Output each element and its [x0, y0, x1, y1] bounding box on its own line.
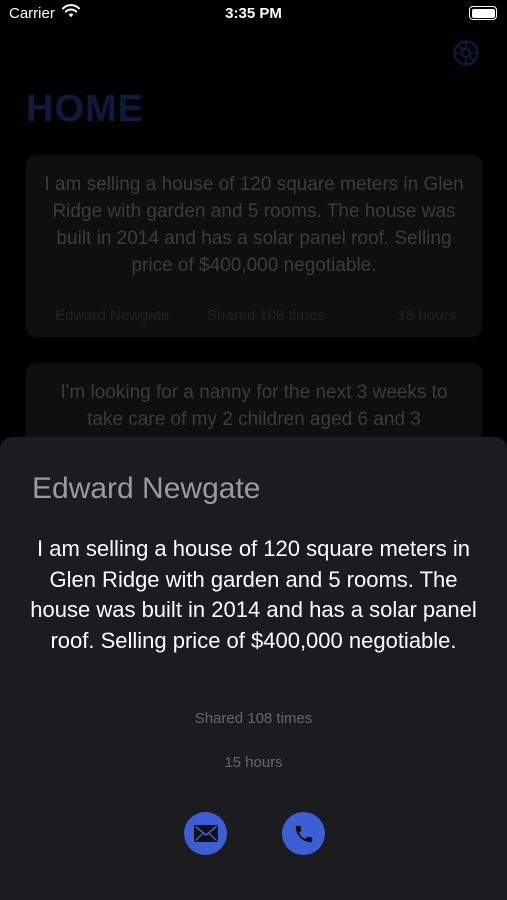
status-bar: Carrier 3:35 PM [0, 0, 507, 28]
phone-icon [295, 825, 312, 842]
page-title: HOME [26, 88, 144, 130]
post-time: 15 hours [397, 307, 456, 324]
clock: 3:35 PM [225, 5, 282, 22]
post-card[interactable]: I am selling a house of 120 square meter… [26, 155, 482, 337]
post-author: Edward Newgate [55, 307, 170, 324]
post-text: I'm looking for a nanny for the next 3 w… [60, 382, 448, 430]
sheet-body: I am selling a house of 120 square meter… [30, 536, 477, 653]
email-button[interactable] [184, 812, 227, 855]
post-detail-sheet: Edward Newgate I am selling a house of 1… [0, 437, 507, 900]
sheet-shares: Shared 108 times [194, 710, 313, 727]
envelope-icon [193, 825, 218, 842]
call-button[interactable] [282, 812, 325, 855]
post-shares: Shared 108 times [207, 307, 325, 324]
post-text: I am selling a house of 120 square meter… [44, 174, 464, 276]
settings-icon[interactable] [452, 39, 480, 67]
battery-icon [469, 6, 497, 20]
post-meta: Edward Newgate Shared 108 times 15 hours [26, 307, 482, 327]
sheet-author: Edward Newgate [32, 472, 261, 505]
sheet-time: 15 hours [224, 754, 283, 771]
